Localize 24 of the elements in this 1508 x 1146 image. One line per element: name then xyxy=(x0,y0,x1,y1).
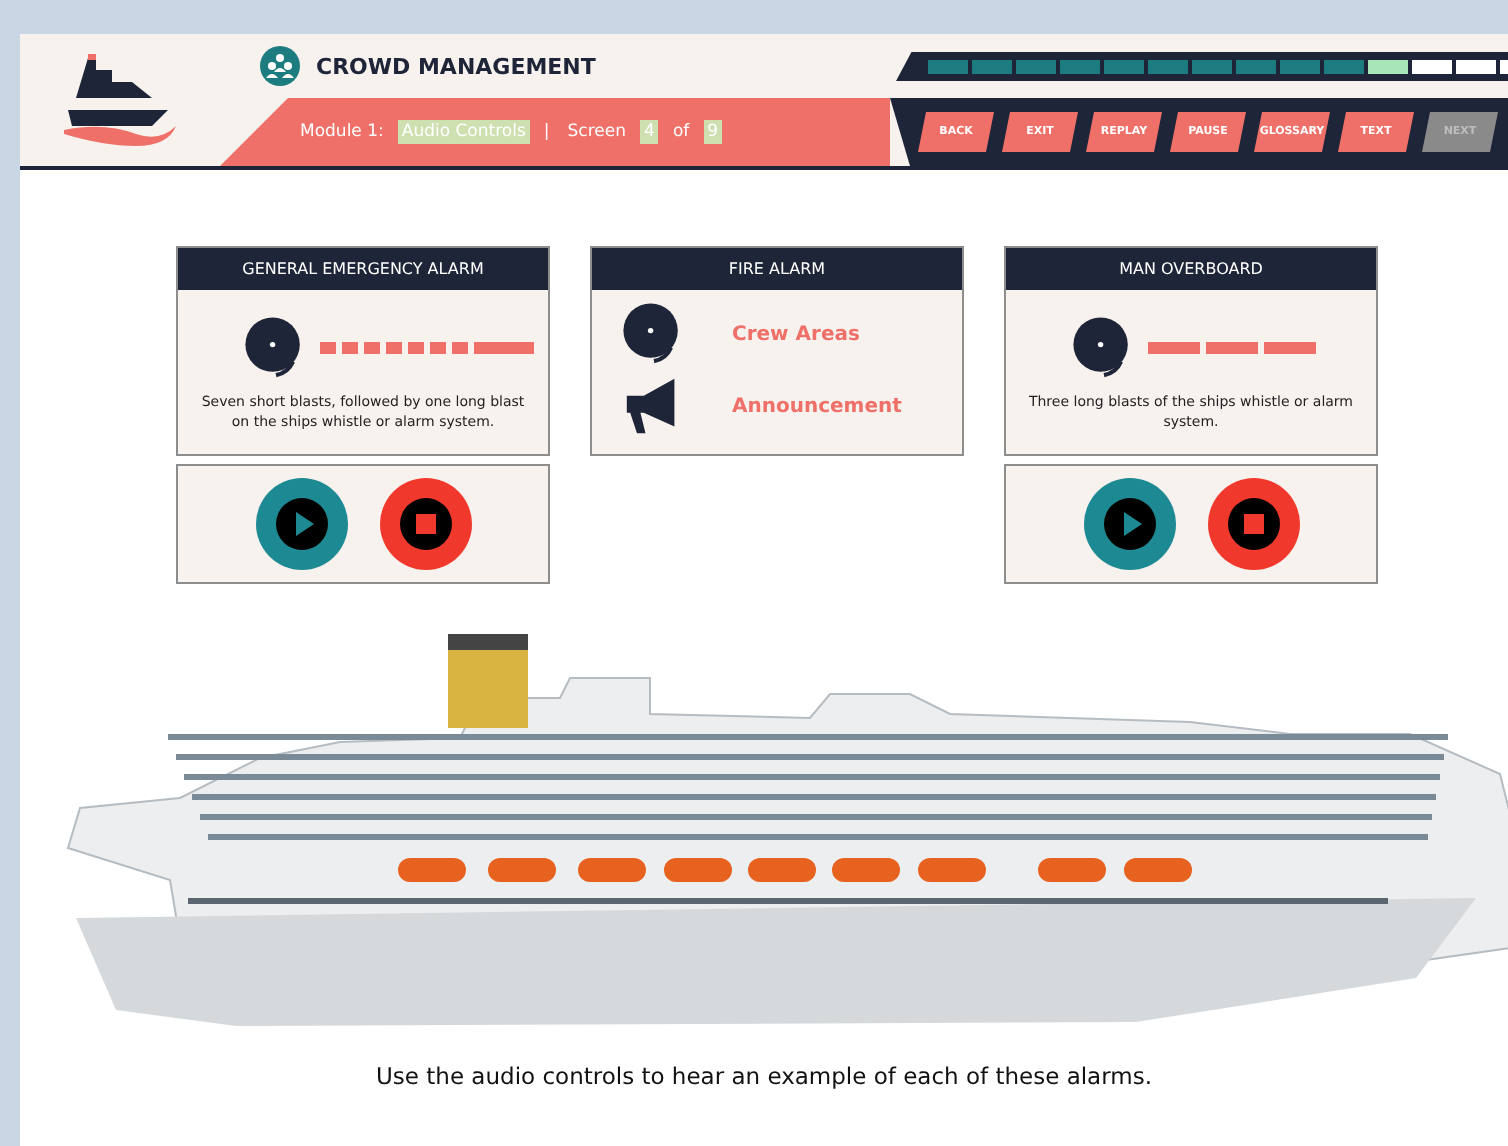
alarm-signal-text: Announcement xyxy=(732,395,902,417)
alarm-signal-text: Crew Areas xyxy=(732,323,860,345)
module-text: Screen xyxy=(565,120,629,144)
stop-icon xyxy=(1223,493,1283,554)
stop-button[interactable] xyxy=(1207,477,1299,570)
stop-icon xyxy=(395,493,455,554)
alarm-title: MAN OVERBOARD xyxy=(1006,248,1376,290)
module-text: 9 xyxy=(703,120,723,144)
course-title: CROWD MANAGEMENT xyxy=(316,53,596,79)
play-button[interactable] xyxy=(1083,477,1175,570)
module-text: of xyxy=(670,120,692,144)
module-text: | xyxy=(541,120,552,144)
play-icon xyxy=(271,493,331,554)
play-button[interactable] xyxy=(255,477,347,570)
module-text: Module 1: xyxy=(298,120,386,144)
alarm-title: GENERAL EMERGENCY ALARM xyxy=(178,248,548,290)
instruction-text: Use the audio controls to hear an example of each of these alarms. xyxy=(376,1062,1152,1090)
stop-button[interactable] xyxy=(379,477,471,570)
alarm-title: FIRE ALARM xyxy=(592,248,962,290)
module-text: Audio Controls xyxy=(397,120,530,144)
people-icon xyxy=(260,46,300,86)
play-icon xyxy=(1099,493,1159,554)
ship-logo-icon xyxy=(60,50,180,150)
module-text: 4 xyxy=(640,120,659,144)
